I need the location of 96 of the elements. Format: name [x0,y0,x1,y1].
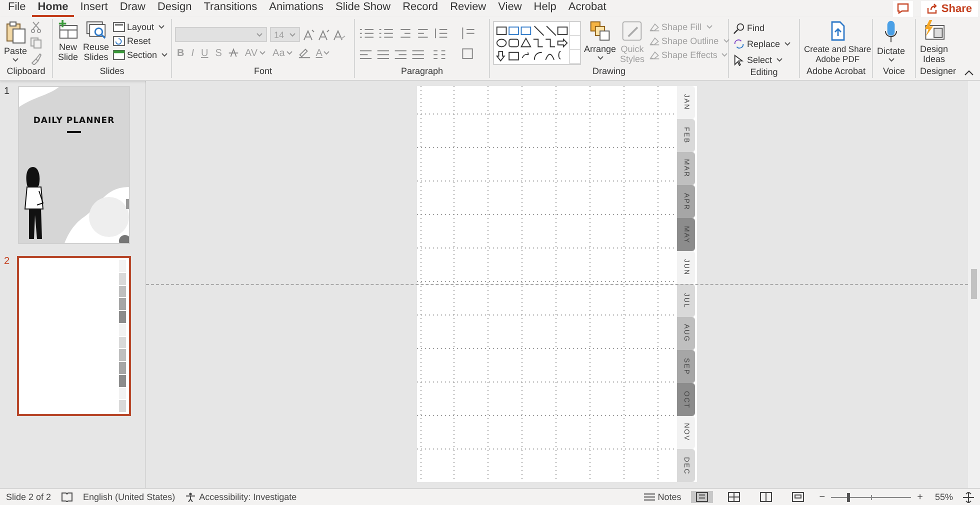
ribbon-tab[interactable]: Slide Show [330,0,397,17]
zoom-slider[interactable] [831,492,912,502]
ribbon-tab[interactable]: Record [396,0,444,17]
editing-button[interactable]: Select [732,53,792,67]
ribbon-tab[interactable]: View [492,0,528,17]
shrink-font-icon[interactable] [318,28,330,40]
ribbon-tab[interactable]: Transitions [198,0,264,17]
notes-icon [644,493,655,501]
arrange-button[interactable]: Arrange [583,19,618,61]
replace-icon [733,38,745,50]
slide-title: DAILY PLANNER [32,116,116,126]
group-label: Voice [882,66,906,78]
group-label: Designer [920,66,956,78]
ribbon-tab[interactable]: Draw [114,0,152,17]
search-icon [733,22,745,34]
slide-thumbnail[interactable]: DAILY PLANNER [18,86,130,244]
reset-button[interactable]: Reset [112,35,170,47]
clear-format-icon[interactable] [333,28,346,40]
ribbon-tab[interactable]: Review [444,0,492,17]
caret-icon [888,58,894,62]
scrollbar[interactable] [968,81,980,488]
ribbon-tab[interactable]: File [2,0,32,17]
slide-thumbnail[interactable] [17,256,131,416]
caret-icon [258,51,266,55]
reuse-slides-button[interactable]: Reuse Slides [82,19,110,63]
new-slide-button[interactable]: New Slide [56,19,80,63]
editing-button[interactable]: Find [732,21,792,35]
layout-icon [113,22,126,32]
share-button[interactable]: Share [921,0,978,16]
dictate-button[interactable]: Dictate [876,19,906,63]
comment-icon [897,3,910,14]
pen-icon [648,36,660,46]
caret-icon [158,25,166,29]
caret-icon [776,58,784,62]
caret-icon [256,32,263,36]
slide-number: 1 [4,86,10,99]
ribbon-tab[interactable]: Design [151,0,198,17]
collapse-ribbon-icon[interactable] [964,70,974,76]
layout-button[interactable]: Layout [112,21,170,33]
group-label: Slides [100,66,124,78]
zoom-out-button[interactable]: − [819,492,826,502]
clipboard-icon [4,20,26,44]
highlighter-icon[interactable] [298,47,311,59]
zoom-level[interactable]: 55% [934,492,953,502]
caret-icon [721,53,728,57]
ribbon-tab[interactable]: Insert [74,0,114,17]
ribbon-tab[interactable]: Acrobat [562,0,612,17]
pen-icon [648,22,660,32]
design-ideas-button[interactable]: Design Ideas [919,19,950,65]
scissors-icon[interactable] [30,21,42,33]
view-button[interactable] [691,491,714,503]
group-label: Editing [750,67,778,78]
slides-search-icon [85,20,107,40]
caret-icon [286,51,293,55]
person-icon [185,492,196,502]
slide-number: 2 [4,256,10,269]
group-label: Clipboard [6,66,46,78]
shape-gallery[interactable] [493,21,581,65]
accessibility-status[interactable]: Accessibility: Investigate [185,492,297,502]
paste-button[interactable]: Paste [3,19,28,63]
grow-font-icon[interactable] [303,28,315,40]
caret-icon [784,42,792,46]
notes-button[interactable]: Notes [644,492,682,502]
caret-icon [12,58,19,62]
ribbon-tab[interactable]: Animations [263,0,330,17]
ribbon-tab[interactable]: Help [528,0,562,17]
section-button[interactable]: Section [112,49,170,61]
cursor-icon [733,54,745,66]
section-icon [113,50,126,60]
microphone-icon [883,20,899,44]
group-label: Font [254,66,272,78]
share-icon [927,3,938,14]
editing-button[interactable]: Replace [732,37,792,51]
strikethrough-icon[interactable] [226,47,240,59]
book-icon[interactable] [61,492,74,502]
slide-position: Slide 2 of 2 [6,492,52,502]
group-label: Drawing [592,66,626,78]
group-label: Adobe Acrobat [806,66,866,78]
comment-button[interactable] [893,0,914,16]
arrange-icon [589,20,612,42]
zoom-in-button[interactable]: + [917,492,923,502]
caret-icon [596,56,604,60]
language[interactable]: English (United States) [83,492,176,502]
fit-slide-icon[interactable] [963,492,974,502]
caret-icon [722,39,730,43]
pen-icon [648,50,660,60]
caret-icon [323,51,330,55]
copy-icon[interactable] [30,37,42,49]
create-pdf-button[interactable]: Create and Share Adobe PDF [803,19,872,65]
caret-icon [161,53,168,57]
new-slide-icon [57,20,79,40]
caret-icon [706,25,713,29]
reset-icon [113,36,126,46]
group-label: Paragraph [400,66,444,78]
caret-icon [289,32,296,36]
lightning-window-icon [922,20,946,42]
